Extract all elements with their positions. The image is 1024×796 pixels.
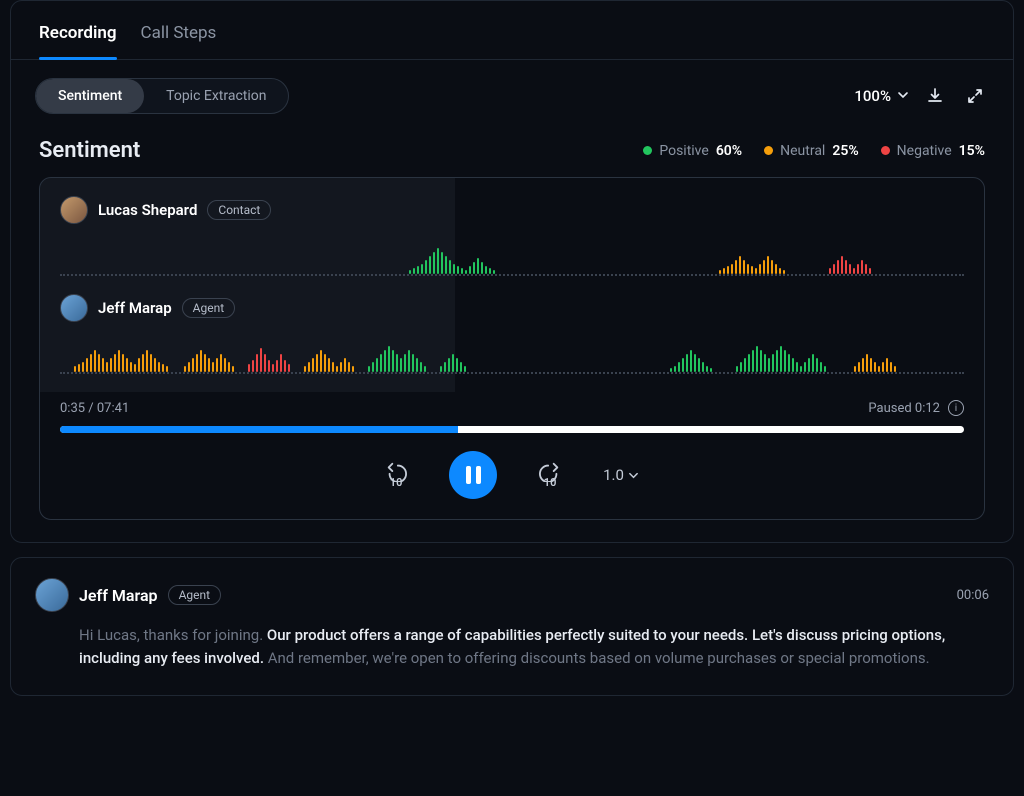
transcript-entry: Jeff Marap Agent 00:06 Hi Lucas, thanks … <box>10 557 1014 696</box>
dot-icon <box>643 146 652 155</box>
download-icon <box>925 86 945 106</box>
zoom-value: 100% <box>854 87 891 105</box>
transcript-segment: And remember, we're open to offering dis… <box>264 649 930 667</box>
analysis-mode-toggle: Sentiment Topic Extraction <box>35 78 289 114</box>
expand-button[interactable] <box>961 82 989 110</box>
legend-neutral: Neutral 25% <box>764 143 859 159</box>
pause-button[interactable] <box>449 451 497 499</box>
chevron-down-icon <box>897 87 909 105</box>
speaker-name: Jeff Marap <box>98 299 172 317</box>
avatar <box>60 294 88 322</box>
role-badge: Agent <box>182 298 235 318</box>
avatar <box>60 196 88 224</box>
download-button[interactable] <box>921 82 949 110</box>
speaker-name: Jeff Marap <box>79 586 158 605</box>
speaker-track: Lucas Shepard Contact <box>60 196 964 276</box>
elapsed-total-time: 0:35 / 07:41 <box>60 401 129 416</box>
playback-controls: 10 10 1.0 <box>40 433 984 519</box>
transcript-timestamp: 00:06 <box>957 588 989 603</box>
mode-topic-extraction-button[interactable]: Topic Extraction <box>144 79 288 113</box>
dot-icon <box>881 146 890 155</box>
transcript-text: Hi Lucas, thanks for joining. Our produc… <box>79 624 989 671</box>
expand-icon <box>965 86 985 106</box>
analysis-toolbar: Sentiment Topic Extraction 100% <box>11 60 1013 132</box>
progress-fill <box>60 426 458 433</box>
time-row: 0:35 / 07:41 Paused 0:12 i <box>40 392 984 416</box>
info-icon[interactable]: i <box>948 400 964 416</box>
section-title: Sentiment <box>39 138 140 163</box>
pause-icon <box>466 466 481 484</box>
skip-forward-button[interactable]: 10 <box>539 462 561 489</box>
main-tabs: Recording Call Steps <box>11 1 1013 60</box>
speaker-name: Lucas Shepard <box>98 201 197 219</box>
skip-back-button[interactable]: 10 <box>385 462 407 489</box>
dot-icon <box>764 146 773 155</box>
mode-sentiment-button[interactable]: Sentiment <box>36 79 144 113</box>
transcript-segment: Hi Lucas, thanks for joining. <box>79 626 267 644</box>
progress-bar[interactable] <box>60 426 964 433</box>
chevron-down-icon <box>628 470 639 481</box>
sentiment-header: Sentiment Positive 60% Neutral 25% Negat… <box>11 132 1013 177</box>
legend-negative: Negative 15% <box>881 143 985 159</box>
speed-dropdown[interactable]: 1.0 <box>603 466 639 484</box>
paused-status: Paused 0:12 <box>868 401 940 416</box>
waveform[interactable] <box>60 236 964 276</box>
audio-player: Lucas Shepard Contact Jeff Marap Agent 0… <box>39 177 985 520</box>
legend-positive: Positive 60% <box>643 143 742 159</box>
zoom-dropdown[interactable]: 100% <box>854 87 909 105</box>
sentiment-legend: Positive 60% Neutral 25% Negative 15% <box>643 143 985 159</box>
avatar <box>35 578 69 612</box>
role-badge: Agent <box>168 585 221 605</box>
speaker-track: Jeff Marap Agent <box>60 294 964 374</box>
recording-panel: Recording Call Steps Sentiment Topic Ext… <box>10 0 1014 543</box>
waveform[interactable] <box>60 334 964 374</box>
tab-call-steps[interactable]: Call Steps <box>141 23 217 59</box>
role-badge: Contact <box>207 200 271 220</box>
tab-recording[interactable]: Recording <box>39 23 117 59</box>
